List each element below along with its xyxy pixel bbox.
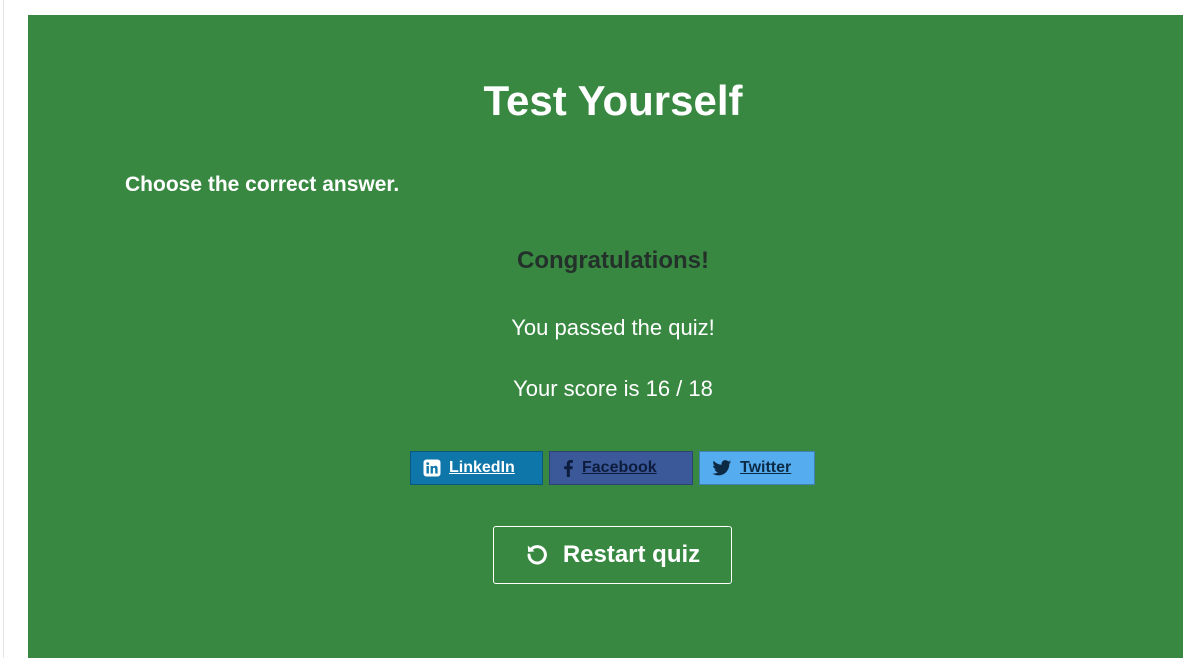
linkedin-icon xyxy=(423,459,441,477)
result-message: You passed the quiz! xyxy=(511,315,715,340)
share-linkedin-label: LinkedIn xyxy=(449,459,515,476)
share-twitter-button[interactable]: Twitter xyxy=(699,451,815,485)
share-linkedin-button[interactable]: LinkedIn xyxy=(410,451,543,485)
result-heading: Congratulations! xyxy=(517,247,709,274)
quiz-title: Test Yourself xyxy=(483,77,743,124)
quiz-instruction: Choose the correct answer. xyxy=(125,173,400,196)
score-text: Your score is 16 / 18 xyxy=(513,376,713,401)
share-twitter-label: Twitter xyxy=(740,459,792,476)
share-buttons: LinkedIn Facebook Twitter xyxy=(410,451,815,487)
quiz-panel: Test Yourself Choose the correct answer.… xyxy=(28,15,1183,658)
restart-icon xyxy=(525,543,549,567)
facebook-icon xyxy=(562,459,574,477)
restart-quiz-label: Restart quiz xyxy=(562,541,701,568)
share-facebook-label: Facebook xyxy=(582,459,657,476)
restart-quiz-button[interactable]: Restart quiz xyxy=(493,526,732,584)
share-facebook-button[interactable]: Facebook xyxy=(549,451,693,485)
quiz-result: Congratulations! You passed the quiz! Yo… xyxy=(28,243,1183,402)
twitter-icon xyxy=(712,460,732,476)
page-left-border xyxy=(3,0,4,658)
